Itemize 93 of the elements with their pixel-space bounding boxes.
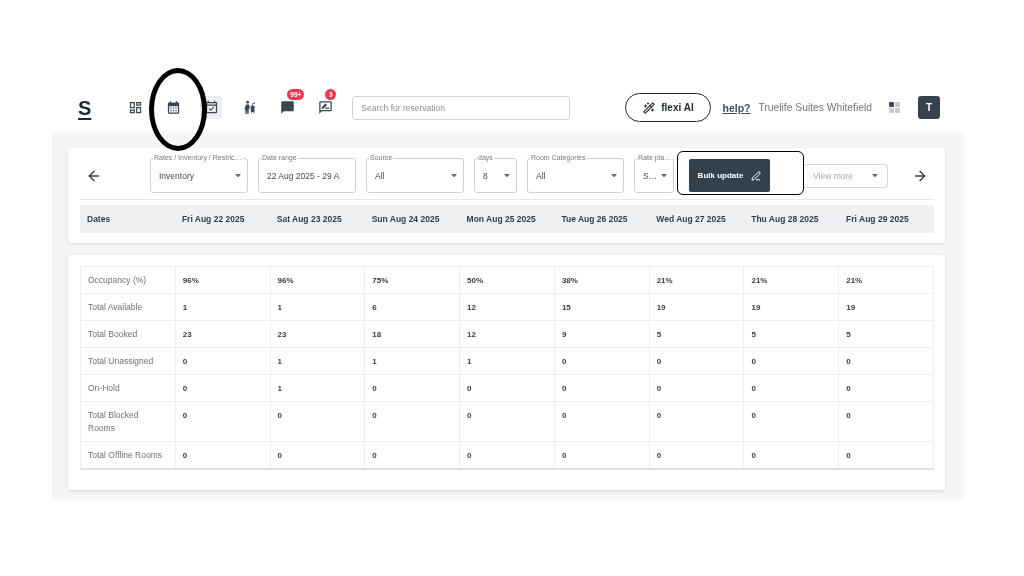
table-cell: 0 (270, 442, 366, 468)
table-cell: 1 (460, 348, 555, 375)
table-cell: 0 (744, 442, 840, 468)
search-field[interactable]: Search for reservation (352, 95, 571, 120)
table-cell: 0 (839, 402, 934, 442)
table-cell: 0 (744, 402, 840, 442)
caret-icon (504, 173, 510, 178)
magic-wand-icon (643, 101, 656, 114)
table-cell: 0 (554, 442, 650, 468)
table-cell: 0 (554, 402, 650, 442)
pencil-icon (751, 170, 762, 181)
column-header: Mon Aug 25 2025 (465, 214, 537, 224)
table-cell: 0 (554, 375, 650, 402)
row-label: On-Hold (81, 375, 176, 402)
table-cell: 0 (365, 442, 461, 468)
row-label: Total Blocked Rooms (81, 402, 176, 442)
caret-icon (872, 174, 878, 178)
table-cell: 96% (270, 267, 366, 294)
dashboard-icon (127, 100, 143, 115)
table-cell: 9 (554, 321, 650, 348)
table-cell: 12 (460, 294, 555, 321)
table-cell: 21% (744, 267, 840, 294)
table-cell: 1 (365, 348, 461, 375)
table-cell: 1 (175, 294, 271, 321)
table-cell: 0 (460, 402, 555, 442)
message-edit-icon (317, 100, 333, 115)
column-header: Fri Aug 29 2025 (845, 214, 910, 224)
table-cell: 23 (175, 321, 271, 348)
table-cell: 0 (175, 375, 271, 402)
arrow-left-icon (86, 168, 102, 184)
row-label: Total Offline Rooms (81, 442, 176, 468)
table-cell: 23 (270, 321, 366, 348)
table-cell: 0 (744, 348, 840, 375)
table-cell: 1 (270, 348, 366, 375)
table-cell: 5 (839, 321, 934, 348)
row-label: Total Booked (81, 321, 176, 348)
table-cell: 0 (175, 402, 271, 442)
table-cell: 0 (649, 348, 745, 375)
table-cell: 19 (649, 294, 745, 321)
table-cell: 15 (554, 294, 650, 321)
ai-button[interactable]: flexi AI (625, 93, 712, 122)
table-cell: 96% (175, 267, 271, 294)
table-cell: 21% (649, 267, 745, 294)
caret-icon (235, 173, 241, 178)
calendar-icon (165, 100, 181, 115)
caret-icon (451, 173, 457, 178)
table-cell: 0 (839, 442, 934, 468)
table-cell: 0 (175, 442, 271, 468)
property-name: Truelife Suites Whitefield (758, 102, 872, 113)
table-cell: 0 (365, 402, 461, 442)
table-cell: 19 (839, 294, 934, 321)
table-cell: 0 (554, 348, 650, 375)
chat-icon (279, 100, 295, 115)
table-cell: 75% (365, 267, 461, 294)
help-link[interactable]: help? (722, 101, 751, 114)
table-cell: 0 (649, 442, 745, 468)
table-cell: 50% (460, 267, 555, 294)
bulk-update-button[interactable]: Bulk update (689, 159, 770, 192)
row-label: Total Available (81, 294, 176, 321)
table-cell: 0 (839, 375, 934, 402)
table-cell: 1 (270, 294, 366, 321)
table-cell: 5 (649, 321, 745, 348)
table-cell: 0 (649, 375, 745, 402)
row-label: Occupancy (%) (81, 267, 176, 294)
table-cell: 18 (365, 321, 461, 348)
table-cell: 0 (175, 348, 271, 375)
table-cell: 0 (365, 375, 461, 402)
table-cell: 21% (839, 267, 934, 294)
caret-icon (611, 173, 617, 178)
table-cell: 38% (554, 267, 650, 294)
caret-icon (661, 173, 668, 178)
table-cell: 19 (744, 294, 840, 321)
table-cell: 5 (744, 321, 840, 348)
column-header: Fri Aug 22 2025 (180, 214, 246, 224)
row-label: Total Unassigned (81, 348, 176, 375)
column-header: Thu Aug 28 2025 (750, 214, 820, 224)
table-cell: 0 (649, 402, 745, 442)
column-header: Dates (86, 214, 112, 224)
column-header: Wed Aug 27 2025 (655, 214, 727, 224)
logo[interactable]: S (78, 96, 92, 119)
avatar[interactable]: T (918, 96, 940, 119)
table-cell: 0 (460, 442, 555, 468)
column-header: Sun Aug 24 2025 (370, 214, 441, 224)
column-header: Tue Aug 26 2025 (560, 214, 629, 224)
grid-icon[interactable] (889, 102, 900, 113)
table-cell: 0 (460, 375, 555, 402)
column-header: Sat Aug 23 2025 (275, 214, 343, 224)
table-cell: 12 (460, 321, 555, 348)
table-cell: 0 (270, 402, 366, 442)
table-cell: 1 (270, 375, 366, 402)
table-cell: 0 (839, 348, 934, 375)
table-cell: 0 (744, 375, 840, 402)
table-cell: 6 (365, 294, 461, 321)
